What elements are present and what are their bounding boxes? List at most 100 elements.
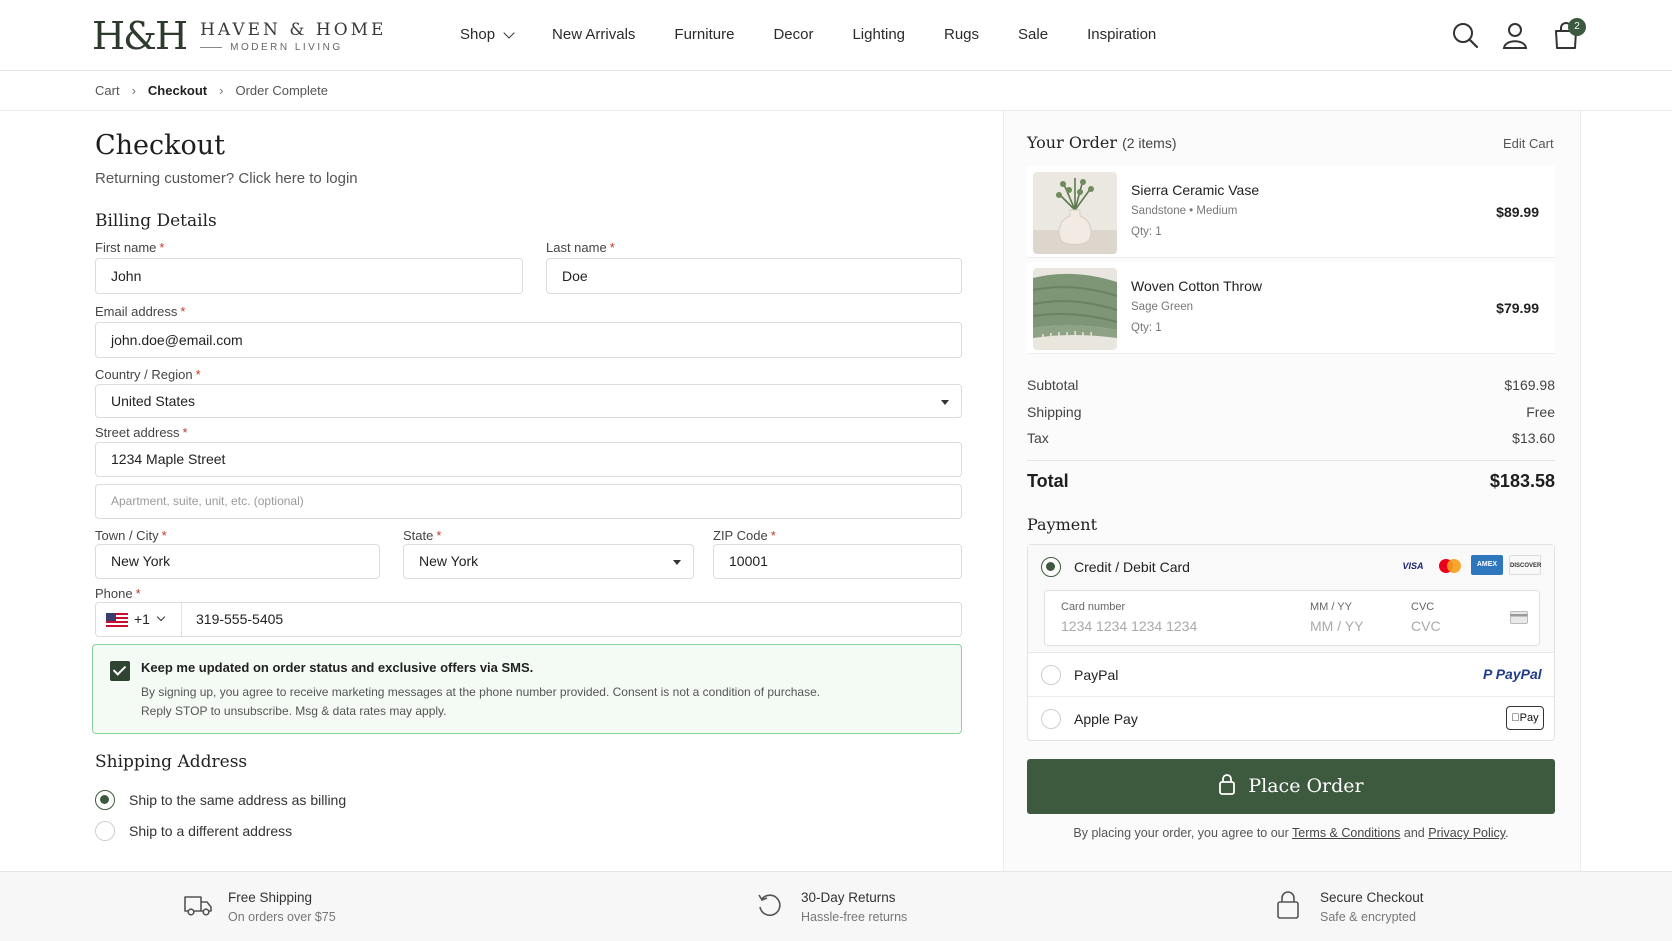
discover-icon: DISCOVER: [1509, 555, 1541, 575]
country-code: +1: [134, 611, 150, 627]
breadcrumb-checkout: Checkout: [147, 83, 208, 98]
cvc-field[interactable]: CVC: [1411, 618, 1441, 634]
nav-shop[interactable]: Shop: [460, 24, 515, 46]
nav-furniture[interactable]: Furniture: [674, 24, 734, 46]
trust-footer: Free Shipping On orders over $75 30-Day …: [0, 871, 1672, 941]
nav-sale[interactable]: Sale: [1018, 24, 1048, 46]
card-payment-section: Credit / Debit Card VISA AMEX DISCOVER C…: [1028, 545, 1554, 653]
apartment-field[interactable]: Apartment, suite, unit, etc. (optional): [95, 484, 962, 519]
visa-icon: VISA: [1402, 561, 1424, 571]
card-label[interactable]: Credit / Debit Card: [1074, 559, 1190, 575]
first-name-field[interactable]: John: [95, 258, 523, 294]
card-icon: [1510, 611, 1528, 624]
shipping-value: Free: [1526, 404, 1555, 420]
ship-same-radio[interactable]: [95, 790, 115, 810]
zip-label: ZIP Code *: [713, 528, 776, 543]
brand-name: HAVEN & HOME: [200, 19, 387, 40]
item-name: Sierra Ceramic Vase: [1131, 182, 1260, 198]
terms-link[interactable]: Terms & Conditions: [1292, 826, 1400, 840]
site-header: H&H HAVEN & HOME MODERN LIVING Shop New …: [0, 0, 1672, 71]
shipping-title: Shipping Address: [95, 752, 248, 772]
privacy-link[interactable]: Privacy Policy: [1428, 826, 1505, 840]
breadcrumb-order-complete: Order Complete: [235, 83, 328, 98]
sms-consent-title: Keep me updated on order status and excl…: [141, 660, 534, 675]
logo-mark: H&H: [92, 14, 188, 58]
ship-different-radio[interactable]: [95, 821, 115, 841]
nav-new-arrivals[interactable]: New Arrivals: [552, 24, 635, 46]
street-address-field[interactable]: 1234 Maple Street: [95, 442, 962, 477]
ship-different-label[interactable]: Ship to a different address: [129, 823, 292, 839]
us-flag-icon: [106, 612, 128, 627]
chevron-down-icon: [503, 26, 515, 39]
item-price: $79.99: [1496, 300, 1539, 316]
paypal-radio[interactable]: [1041, 665, 1061, 685]
throw-product-image: [1033, 268, 1117, 350]
brand-logo[interactable]: H&H HAVEN & HOME MODERN LIVING: [92, 16, 386, 56]
country-label: Country / Region *: [95, 367, 201, 382]
edit-cart-link[interactable]: Edit Cart: [1503, 136, 1554, 151]
order-item: Sierra Ceramic Vase Sandstone • Medium Q…: [1027, 166, 1555, 258]
total-value: $183.58: [1489, 471, 1555, 491]
caret-down-icon: [673, 560, 681, 565]
card-radio[interactable]: [1041, 557, 1061, 577]
expiry-field[interactable]: MM / YY: [1310, 618, 1363, 634]
first-name-label: First name *: [95, 240, 165, 255]
paypal-logo: P PayPal: [1483, 666, 1542, 682]
breadcrumb-cart[interactable]: Cart: [95, 83, 120, 98]
subtotal-value: $169.98: [1504, 377, 1555, 393]
nav-lighting[interactable]: Lighting: [852, 24, 905, 46]
last-name-field[interactable]: Doe: [546, 258, 962, 294]
phone-number[interactable]: 319-555-5405: [196, 603, 283, 636]
item-quantity: Qty: 1: [1131, 226, 1162, 238]
email-label: Email address *: [95, 304, 186, 319]
email-field[interactable]: john.doe@email.com: [95, 322, 962, 358]
nav-decor[interactable]: Decor: [773, 24, 813, 46]
phone-label: Phone *: [95, 586, 141, 601]
return-icon: [758, 894, 781, 916]
city-label: Town / City *: [95, 528, 167, 543]
chevron-right-icon: ›: [131, 83, 136, 98]
cvc-label: CVC: [1411, 601, 1435, 613]
card-number-label: Card number: [1061, 601, 1126, 613]
lock-icon: [1219, 774, 1236, 795]
cart-count-badge: 2: [1568, 18, 1586, 36]
state-select[interactable]: New York: [403, 544, 694, 579]
divider: [1028, 696, 1554, 697]
expiry-label: MM / YY: [1310, 601, 1352, 613]
page-title: Checkout: [95, 130, 226, 161]
login-link[interactable]: Click here to login: [238, 170, 357, 187]
city-field[interactable]: New York: [95, 544, 380, 579]
nav-rugs[interactable]: Rugs: [944, 24, 979, 46]
item-quantity: Qty: 1: [1131, 322, 1162, 334]
place-order-button[interactable]: Place Order: [1027, 759, 1555, 814]
search-icon[interactable]: [1450, 20, 1480, 50]
phone-field-wrapper: +1 319-555-5405: [95, 602, 962, 637]
vase-product-image: [1033, 172, 1117, 254]
country-code-selector[interactable]: +1: [96, 603, 182, 636]
billing-title: Billing Details: [95, 211, 217, 231]
item-name: Woven Cotton Throw: [1131, 278, 1262, 294]
card-number-field[interactable]: 1234 1234 1234 1234: [1061, 618, 1197, 634]
sms-consent-box: Keep me updated on order status and excl…: [92, 644, 962, 734]
lock-icon: [1277, 891, 1299, 919]
divider: [1027, 460, 1555, 461]
chevron-down-icon: [156, 612, 166, 622]
sms-consent-text: By signing up, you agree to receive mark…: [141, 685, 821, 718]
item-variant: Sage Green: [1131, 301, 1194, 313]
street-label: Street address *: [95, 425, 188, 440]
card-input-group: Card number 1234 1234 1234 1234 MM / YY …: [1044, 590, 1540, 646]
account-icon[interactable]: [1500, 20, 1530, 50]
zip-field[interactable]: 10001: [713, 544, 962, 579]
ship-same-label[interactable]: Ship to the same address as billing: [129, 792, 346, 808]
paypal-label[interactable]: PayPal: [1074, 667, 1118, 683]
country-select[interactable]: United States: [95, 384, 962, 418]
truck-icon: [184, 896, 212, 916]
applepay-radio[interactable]: [1041, 709, 1061, 729]
item-variant: Sandstone • Medium: [1131, 205, 1238, 217]
total-row: Total $183.58: [1027, 471, 1555, 491]
applepay-label[interactable]: Apple Pay: [1074, 711, 1138, 727]
sms-consent-checkbox[interactable]: [110, 661, 130, 681]
nav-inspiration[interactable]: Inspiration: [1087, 24, 1156, 46]
brand-tagline: MODERN LIVING: [200, 42, 386, 53]
state-label: State *: [403, 528, 442, 543]
